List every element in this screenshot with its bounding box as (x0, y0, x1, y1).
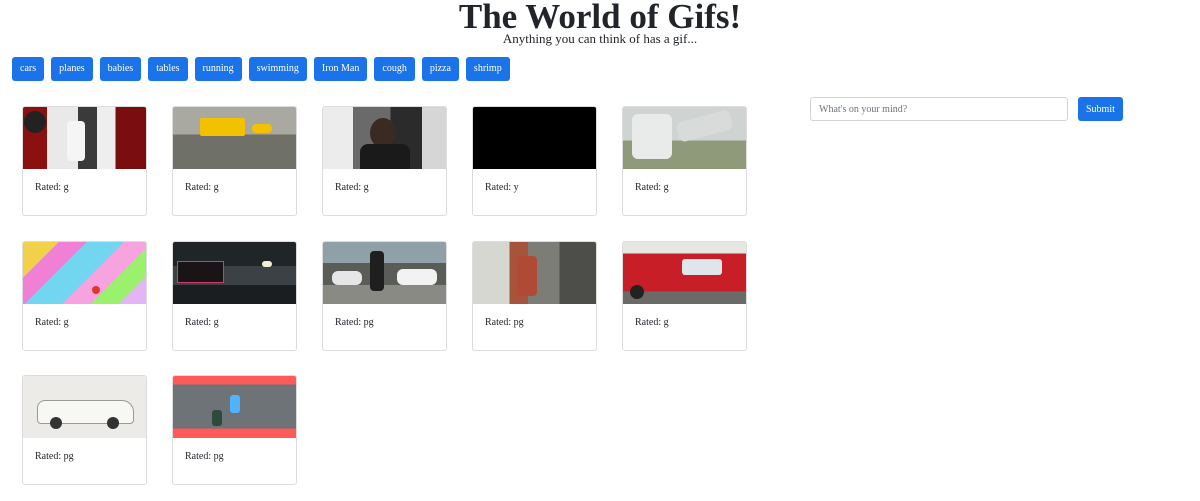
topic-button-iron-man[interactable]: Iron Man (313, 57, 368, 81)
search-form: Submit (810, 97, 1123, 121)
chateau-marmont-night-image[interactable] (173, 242, 296, 304)
topic-button-babies[interactable]: babies (99, 57, 142, 81)
gif-rating: Rated: pg (185, 451, 224, 462)
gif-card[interactable]: Rated: pg (322, 241, 447, 351)
gif-card[interactable]: Rated: pg (172, 375, 297, 485)
search-input[interactable] (810, 97, 1068, 121)
gif-card[interactable]: Rated: pg (472, 241, 597, 351)
junkyard-scene-image[interactable] (473, 242, 596, 304)
gif-rating: Rated: pg (35, 451, 74, 462)
gif-rating: Rated: g (335, 182, 369, 193)
topic-button-cough[interactable]: cough (374, 57, 415, 81)
top-down-road-game-image[interactable] (173, 376, 296, 438)
topic-button-swimming[interactable]: swimming (248, 57, 307, 81)
gif-card[interactable]: Rated: g (622, 241, 747, 351)
red-car-dog-image[interactable] (623, 242, 746, 304)
gif-card[interactable]: Rated: g (172, 241, 297, 351)
gif-rating: Rated: g (635, 182, 669, 193)
gif-rating: Rated: g (185, 317, 219, 328)
colorful-pixel-city-image[interactable] (23, 242, 146, 304)
black-image[interactable] (473, 107, 596, 169)
gif-card[interactable]: Rated: g (322, 106, 447, 216)
topic-button-running[interactable]: running (194, 57, 242, 81)
man-with-sports-cars-image[interactable] (323, 242, 446, 304)
gif-card[interactable]: Rated: y (472, 106, 597, 216)
gif-rating: Rated: y (485, 182, 519, 193)
gif-card[interactable]: Rated: g (22, 106, 147, 216)
gif-card[interactable]: Rated: g (22, 241, 147, 351)
mechanic-garage-image[interactable] (23, 107, 146, 169)
topic-button-planes[interactable]: planes (51, 57, 93, 81)
topic-button-pizza[interactable]: pizza (421, 57, 459, 81)
gif-rating: Rated: g (35, 182, 69, 193)
gif-rating: Rated: pg (335, 317, 374, 328)
page-subtitle: Anything you can think of has a gif... (502, 31, 698, 46)
gif-rating: Rated: g (35, 317, 69, 328)
gif-rating: Rated: pg (485, 317, 524, 328)
topic-button-cars[interactable]: cars (12, 57, 45, 81)
gif-rating: Rated: g (635, 317, 669, 328)
gif-rating: Rated: g (185, 182, 219, 193)
page-title: The World of Gifs! (458, 0, 742, 36)
page-header: The World of Gifs! Anything you can thin… (0, 0, 1200, 45)
topic-button-tables[interactable]: tables (148, 57, 188, 81)
gif-card[interactable]: Rated: g (622, 106, 747, 216)
yellow-car-barrier-image[interactable] (173, 107, 296, 169)
submit-button[interactable]: Submit (1078, 97, 1123, 121)
topic-button-shrimp[interactable]: shrimp (465, 57, 510, 81)
man-in-crowd-image[interactable] (323, 107, 446, 169)
vintage-white-sedan-image[interactable] (23, 376, 146, 438)
topic-button-row: cars planes babies tables running swimmi… (12, 57, 510, 81)
gif-card[interactable]: Rated: g (172, 106, 297, 216)
car-lifted-by-truck-image[interactable] (623, 107, 746, 169)
gif-card[interactable]: Rated: pg (22, 375, 147, 485)
